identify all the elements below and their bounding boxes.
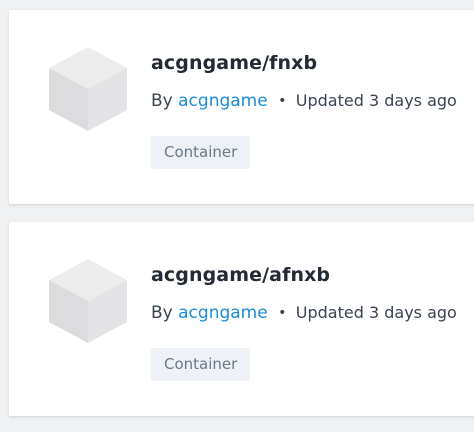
- container-badge: Container: [151, 136, 251, 169]
- updated-text: Updated 3 days ago: [295, 91, 457, 110]
- by-label: By: [151, 303, 173, 323]
- container-cube-icon: [49, 259, 127, 343]
- author-link[interactable]: acgngame: [178, 91, 268, 111]
- repository-meta: By acgngame • Updated 3 days ago: [151, 91, 457, 111]
- repository-meta: By acgngame • Updated 3 days ago: [151, 303, 457, 323]
- updated-text: Updated 3 days ago: [295, 303, 457, 322]
- container-badge: Container: [151, 348, 251, 381]
- author-link[interactable]: acgngame: [178, 303, 268, 323]
- repository-name[interactable]: acgngame/fnxb: [151, 52, 317, 74]
- repository-card[interactable]: acgngame/fnxb By acgngame • Updated 3 da…: [9, 10, 474, 204]
- container-cube-icon: [49, 47, 127, 131]
- repository-name[interactable]: acgngame/afnxb: [151, 264, 330, 286]
- repository-card[interactable]: acgngame/afnxb By acgngame • Updated 3 d…: [9, 222, 474, 416]
- separator-dot: •: [278, 305, 287, 321]
- separator-dot: •: [278, 93, 287, 109]
- by-label: By: [151, 91, 173, 111]
